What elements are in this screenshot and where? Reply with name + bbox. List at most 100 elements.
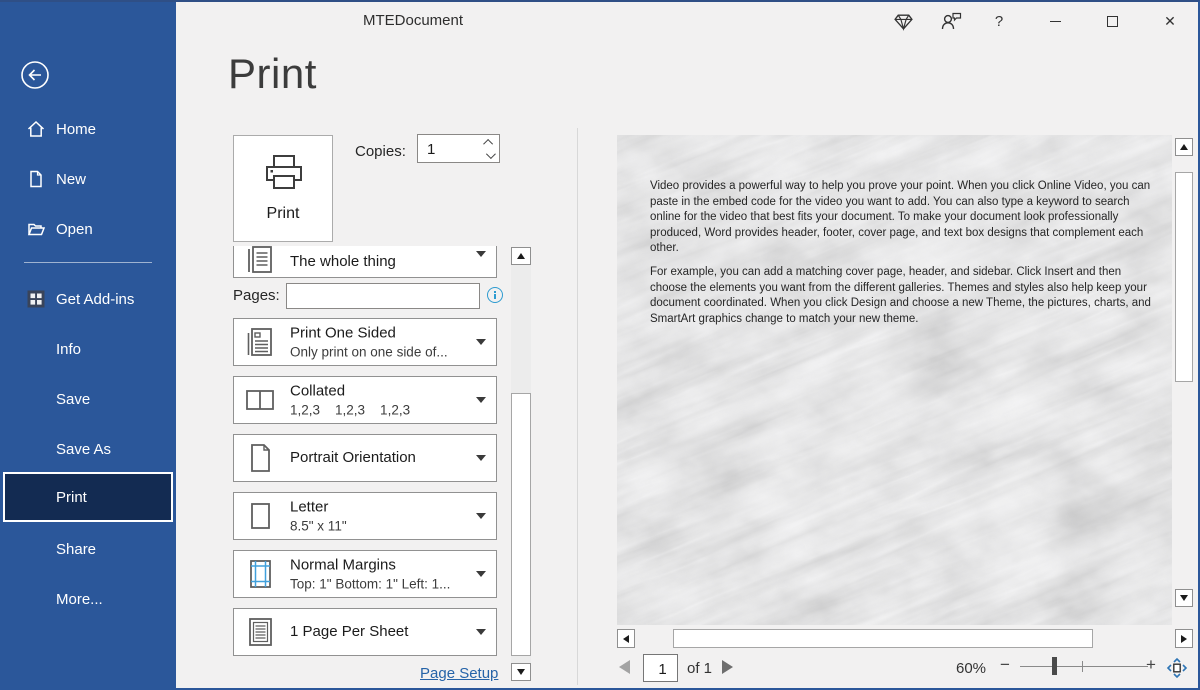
- copies-input[interactable]: [418, 135, 489, 164]
- copies-label: Copies:: [355, 143, 406, 160]
- zoom-slider-thumb[interactable]: [1052, 657, 1057, 675]
- minimize-button[interactable]: [1040, 6, 1070, 36]
- current-page-input[interactable]: [644, 655, 681, 683]
- chevron-down-icon: [485, 149, 495, 159]
- dropdown-subtitle: 1,2,3 1,2,3 1,2,3: [290, 403, 410, 418]
- next-page-button[interactable]: [722, 660, 733, 674]
- chevron-down-icon: [476, 513, 486, 519]
- sidebar-item-label: Share: [56, 541, 96, 558]
- sidebar-item-save-as[interactable]: Save As: [0, 437, 176, 461]
- new-document-icon: [26, 169, 46, 189]
- paper-size-dropdown[interactable]: Letter 8.5" x 11": [233, 492, 497, 540]
- help-icon: ?: [995, 13, 1003, 30]
- chevron-down-icon: [476, 629, 486, 635]
- settings-scrollbar-thumb[interactable]: [511, 393, 531, 656]
- zoom-to-page-icon: [1166, 657, 1188, 679]
- sidebar-item-label: Open: [56, 221, 93, 238]
- triangle-right-icon: [1181, 635, 1187, 643]
- previous-page-button[interactable]: [619, 660, 630, 674]
- preview-vscrollbar-thumb[interactable]: [1175, 172, 1193, 382]
- pages-input[interactable]: [286, 283, 480, 309]
- letter-page-icon: [242, 498, 278, 534]
- margins-dropdown[interactable]: Normal Margins Top: 1" Bottom: 1" Left: …: [233, 550, 497, 598]
- help-button[interactable]: ?: [984, 6, 1014, 36]
- premium-button[interactable]: [888, 6, 918, 36]
- back-button[interactable]: [19, 59, 51, 91]
- zoom-slider-track[interactable]: [1020, 666, 1148, 667]
- info-icon[interactable]: [487, 287, 503, 303]
- backstage-sidebar: Home New Open Get Add-ins Info Save: [0, 0, 176, 690]
- print-button[interactable]: Print: [233, 135, 333, 242]
- zoom-out-button[interactable]: −: [1000, 655, 1010, 675]
- chevron-down-icon: [476, 571, 486, 577]
- settings-scroll-down-button[interactable]: [511, 663, 531, 681]
- zoom-in-button[interactable]: +: [1146, 655, 1156, 675]
- pages-label: Pages:: [233, 287, 280, 304]
- sidebar-item-save[interactable]: Save: [0, 387, 176, 411]
- zoom-level-label[interactable]: 60%: [956, 660, 986, 677]
- sidebar-item-print-selected[interactable]: Print: [3, 472, 173, 522]
- print-button-label: Print: [234, 205, 332, 223]
- preview-scroll-right-button[interactable]: [1175, 629, 1193, 648]
- preview-hscrollbar-thumb[interactable]: [673, 629, 1093, 648]
- sidebar-item-label: More...: [56, 591, 103, 608]
- back-arrow-icon: [19, 59, 51, 91]
- chevron-up-icon: [483, 138, 493, 148]
- triangle-up-icon: [1180, 144, 1188, 150]
- sidebar-item-label: Save: [56, 391, 90, 408]
- copies-increment-button[interactable]: [482, 136, 496, 148]
- feedback-button[interactable]: [936, 6, 966, 36]
- triangle-left-icon: [623, 635, 629, 643]
- dropdown-title: 1 Page Per Sheet: [290, 623, 408, 640]
- preview-scroll-down-button[interactable]: [1175, 589, 1193, 607]
- orientation-dropdown[interactable]: Portrait Orientation: [233, 434, 497, 482]
- triangle-up-icon: [517, 253, 525, 259]
- sidebar-item-label: Info: [56, 341, 81, 358]
- pages-per-sheet-dropdown[interactable]: 1 Page Per Sheet: [233, 608, 497, 656]
- sidebar-item-new[interactable]: New: [0, 167, 176, 191]
- close-icon: ✕: [1164, 13, 1176, 30]
- copies-decrement-button[interactable]: [482, 149, 496, 161]
- print-range-dropdown[interactable]: The whole thing: [233, 246, 497, 278]
- sidebar-item-get-addins[interactable]: Get Add-ins: [0, 287, 176, 311]
- settings-scroll-up-button[interactable]: [511, 247, 531, 265]
- panel-divider: [577, 128, 578, 685]
- person-feedback-icon: [940, 10, 963, 32]
- page-count-label: of 1: [687, 660, 712, 677]
- close-button[interactable]: ✕: [1155, 6, 1185, 36]
- print-sides-dropdown[interactable]: Print One Sided Only print on one side o…: [233, 318, 497, 366]
- sidebar-item-label: New: [56, 171, 86, 188]
- triangle-down-icon: [517, 669, 525, 675]
- sidebar-item-home[interactable]: Home: [0, 117, 176, 141]
- maximize-icon: [1107, 16, 1118, 27]
- preview-scroll-up-button[interactable]: [1175, 138, 1193, 156]
- zoom-to-page-button[interactable]: [1166, 657, 1188, 679]
- preview-scroll-left-button[interactable]: [617, 629, 635, 648]
- open-folder-icon: [26, 219, 46, 239]
- page-setup-link[interactable]: Page Setup: [420, 665, 498, 682]
- printer-icon: [260, 150, 308, 198]
- margins-page-icon: [242, 556, 278, 592]
- collation-dropdown[interactable]: Collated 1,2,3 1,2,3 1,2,3: [233, 376, 497, 424]
- sidebar-item-open[interactable]: Open: [0, 217, 176, 241]
- dropdown-title: Collated: [290, 383, 410, 400]
- chevron-down-icon: [476, 397, 486, 403]
- sidebar-item-more[interactable]: More...: [0, 587, 176, 611]
- dropdown-subtitle: Top: 1" Bottom: 1" Left: 1...: [290, 577, 450, 592]
- page-per-sheet-icon: [242, 614, 278, 650]
- dropdown-title: Portrait Orientation: [290, 449, 416, 466]
- sidebar-item-label: Print: [56, 489, 87, 506]
- sidebar-item-info[interactable]: Info: [0, 337, 176, 361]
- sidebar-item-share[interactable]: Share: [0, 537, 176, 561]
- copies-spinner: [417, 134, 500, 163]
- zoom-slider-center-tick: [1082, 661, 1083, 672]
- print-preview-page: Video provides a powerful way to help yo…: [617, 135, 1172, 625]
- chevron-down-icon: [476, 339, 486, 345]
- dropdown-subtitle: 8.5" x 11": [290, 519, 347, 534]
- current-page-box: [643, 654, 678, 682]
- maximize-button[interactable]: [1097, 6, 1127, 36]
- dropdown-title: The whole thing: [290, 253, 396, 270]
- dropdown-title: Print One Sided: [290, 325, 448, 342]
- print-all-pages-icon: [242, 242, 278, 278]
- home-icon: [26, 119, 46, 139]
